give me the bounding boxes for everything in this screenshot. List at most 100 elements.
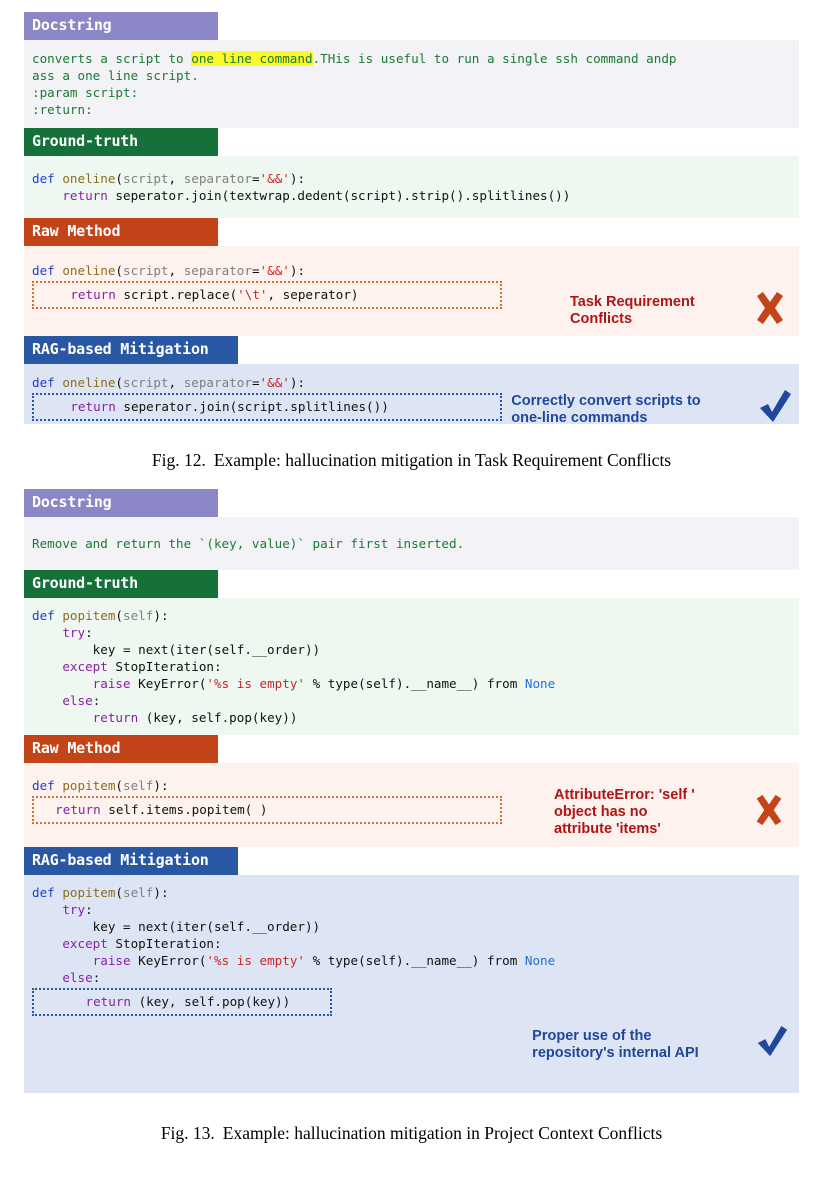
- punct: :: [85, 902, 93, 917]
- return-expression: self.items.popitem( ): [100, 802, 268, 817]
- string-literal: '\t': [237, 287, 268, 302]
- fig13-raw-annotation-text: AttributeError: 'self ' object has no at…: [554, 787, 695, 837]
- fig13-caption-label: Fig. 13.: [160, 1123, 215, 1143]
- except-clause: StopIteration:: [107, 659, 222, 674]
- raise-expression: KeyError(: [130, 953, 207, 968]
- return-expression: script.replace(: [115, 287, 238, 302]
- fig13-rag-panel: RAG-based Mitigation def popitem(self): …: [24, 847, 799, 1093]
- string-literal: '&&': [259, 263, 290, 278]
- fig13-caption: Fig. 13. Example: hallucination mitigatio…: [24, 1123, 799, 1144]
- fig12-rag-annotation: Correctly convert scripts to one-line co…: [511, 372, 793, 447]
- fn-name: popitem: [54, 608, 116, 623]
- punct: ):: [289, 263, 306, 278]
- punct: ):: [153, 608, 169, 623]
- kw-try: try: [62, 902, 86, 917]
- punct: ):: [153, 885, 169, 900]
- fig13-raw-highlight-box: return self.items.popitem( ): [32, 796, 502, 824]
- docstring-line-1-post: .THis is useful to run a single ssh comm…: [312, 51, 677, 66]
- fig13-ground-truth-panel: Ground-truth def popitem(self): try: key…: [24, 570, 799, 735]
- fig12-rag-annotation-text: Correctly convert scripts to one-line co…: [511, 392, 701, 426]
- punct: :: [92, 693, 101, 708]
- fig12-rag-header: RAG-based Mitigation: [24, 336, 238, 364]
- punct: ):: [289, 375, 306, 390]
- fig13-rag-highlight-box: return (key, self.pop(key)): [32, 988, 332, 1016]
- fn-name: oneline: [54, 263, 116, 278]
- punct: =: [251, 171, 260, 186]
- fig13-ground-truth-header: Ground-truth: [24, 570, 218, 598]
- arg: self: [123, 608, 154, 623]
- fig12-raw-annotation-text: Task Requirement Conflicts: [570, 293, 695, 327]
- fig13-docstring-header: Docstring: [24, 489, 218, 517]
- fig13-rag-annotation: Proper use of the repository's internal …: [532, 1008, 789, 1081]
- fig13-docstring-body: Remove and return the `(key, value)` pai…: [24, 517, 799, 570]
- punct: (: [115, 778, 124, 793]
- fig12-docstring-body: converts a script to one line command.TH…: [24, 40, 799, 128]
- return-expression: seperator.join(script.splitlines()): [115, 399, 389, 414]
- fn-name: oneline: [54, 375, 116, 390]
- fig12-ground-truth-code: def oneline(script, separator='&&'): ret…: [24, 156, 799, 218]
- builtin-none: None: [524, 676, 556, 691]
- return-expression: (key, self.pop(key)): [131, 994, 291, 1009]
- string-literal: '%s is empty': [206, 953, 305, 968]
- punct: (: [115, 171, 124, 186]
- kw-raise: raise: [92, 953, 131, 968]
- builtin-none: None: [524, 953, 556, 968]
- fig13-raw-method-body: def popitem(self): return self.items.pop…: [24, 763, 799, 847]
- punct: ):: [289, 171, 306, 186]
- arg: separator: [183, 171, 252, 186]
- docstring-line-1-pre: converts a script to: [32, 51, 192, 66]
- figure-12: Docstring converts a script to one line …: [24, 12, 799, 471]
- arg: separator: [183, 375, 252, 390]
- kw-def: def: [32, 885, 55, 900]
- kw-def: def: [32, 608, 55, 623]
- fig12-rag-body: def oneline(script, separator='&&'): ret…: [24, 364, 799, 426]
- fn-name: popitem: [54, 778, 116, 793]
- punct: (: [115, 375, 124, 390]
- kw-except: except: [62, 659, 108, 674]
- fig13-ground-truth-code: def popitem(self): try: key = next(iter(…: [24, 598, 799, 735]
- punct: :: [92, 970, 101, 985]
- string-literal: '%s is empty': [206, 676, 305, 691]
- punct: :: [85, 625, 93, 640]
- punct: ,: [168, 171, 184, 186]
- kw-return: return: [85, 994, 132, 1009]
- fig12-raw-method-header: Raw Method: [24, 218, 218, 246]
- kw-def: def: [32, 263, 55, 278]
- check-icon: [709, 372, 793, 447]
- fig12-docstring-header: Docstring: [24, 12, 218, 40]
- kw-raise: raise: [92, 676, 131, 691]
- raise-expression-tail: % type(self).__name__) from: [305, 953, 525, 968]
- assign-line: key = next(iter(self.__order)): [92, 642, 321, 657]
- kw-return: return: [92, 710, 139, 725]
- kw-return: return: [55, 802, 101, 817]
- fig12-docstring-panel: Docstring converts a script to one line …: [24, 12, 799, 128]
- kw-def: def: [32, 171, 55, 186]
- string-literal: '&&': [259, 171, 290, 186]
- string-literal: '&&': [259, 375, 290, 390]
- fig12-ground-truth-panel: Ground-truth def oneline(script, separat…: [24, 128, 799, 218]
- arg: separator: [183, 263, 252, 278]
- fig12-raw-method-body: def oneline(script, separator='&&'): ret…: [24, 246, 799, 336]
- raise-expression: KeyError(: [130, 676, 207, 691]
- kw-else: else: [62, 970, 93, 985]
- kw-def: def: [32, 375, 55, 390]
- punct: ,: [168, 263, 184, 278]
- arg: script: [123, 263, 169, 278]
- fig13-docstring-line-1: Remove and return the `(key, value)` pai…: [32, 536, 465, 551]
- fig13-raw-annotation: AttributeError: 'self ' object has no at…: [554, 775, 787, 850]
- punct: (: [115, 263, 124, 278]
- cross-icon: [703, 775, 787, 850]
- fig12-raw-highlight-box: return script.replace('\t', seperator): [32, 281, 502, 309]
- fn-name: popitem: [54, 885, 116, 900]
- fig13-raw-method-panel: Raw Method def popitem(self): return sel…: [24, 735, 799, 847]
- punct: =: [251, 375, 260, 390]
- raise-expression-tail: % type(self).__name__) from: [305, 676, 525, 691]
- docstring-line-3: :param script:: [32, 85, 139, 100]
- fn-name: oneline: [54, 171, 116, 186]
- except-clause: StopIteration:: [107, 936, 222, 951]
- fig13-rag-annotation-text: Proper use of the repository's internal …: [532, 1027, 699, 1061]
- kw-else: else: [62, 693, 93, 708]
- arg: self: [123, 885, 154, 900]
- kw-def: def: [32, 778, 55, 793]
- fig12-raw-method-panel: Raw Method def oneline(script, separator…: [24, 218, 799, 336]
